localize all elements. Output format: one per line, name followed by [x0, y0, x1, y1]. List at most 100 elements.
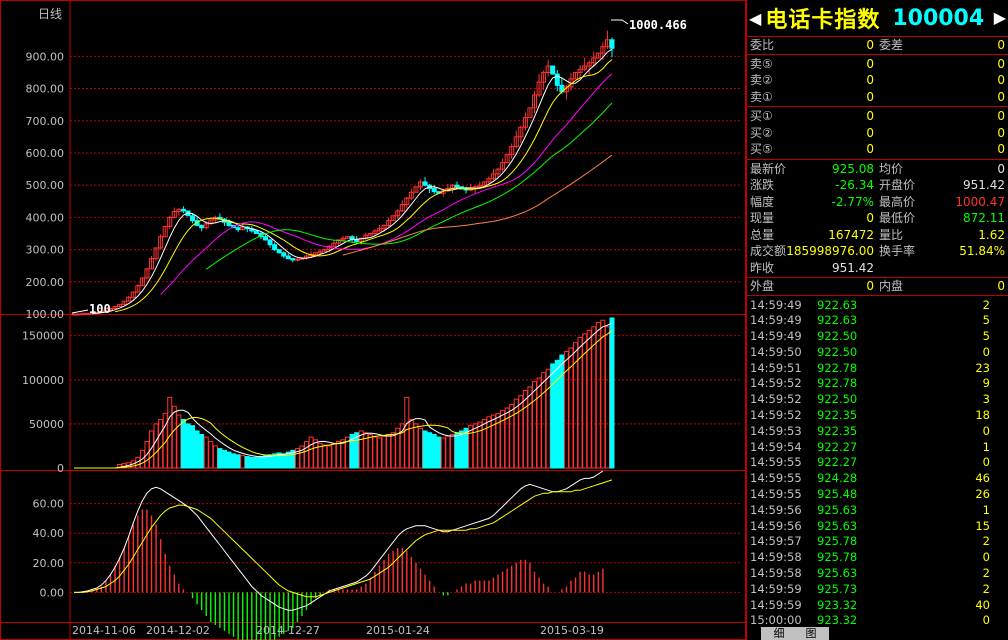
volume-bar: [527, 386, 533, 469]
macd-tick-label: 0.00: [40, 586, 65, 599]
order-label: 买①: [750, 109, 773, 123]
volume-bar: [477, 421, 483, 469]
tick-row[interactable]: 14:59:53 922.35 0: [747, 424, 1008, 440]
quote-value: 0: [866, 211, 874, 225]
buy-row[interactable]: 买① 0 0: [747, 108, 1008, 125]
quote-value: 0: [997, 161, 1005, 176]
tick-price: 922.78: [817, 360, 858, 375]
order-label: 买⑤: [750, 142, 773, 156]
candle-body: [281, 252, 287, 257]
volume-bar: [436, 436, 442, 469]
volume-bars: [117, 317, 615, 469]
tick-row[interactable]: 14:59:55 924.28 46: [747, 471, 1008, 487]
sell-row[interactable]: 卖② 0 0: [747, 72, 1008, 89]
quote-row: 总量 167472 量比 1.62: [747, 227, 1008, 244]
tick-price: 925.78: [817, 550, 858, 565]
tick-volume: 0: [982, 550, 990, 565]
order-price: 0: [866, 142, 874, 156]
buy-row[interactable]: 买② 0 0: [747, 125, 1008, 142]
volume-bar: [404, 396, 410, 469]
order-label: 卖⑤: [750, 56, 773, 71]
order-label: 卖②: [750, 73, 773, 87]
tick-volume: 0: [982, 423, 990, 438]
candle-body: [431, 187, 437, 193]
tick-row[interactable]: 14:59:55 922.27 0: [747, 455, 1008, 471]
volume-bar: [167, 396, 173, 469]
tick-time: 14:59:58: [750, 566, 802, 581]
tick-row[interactable]: 14:59:56 925.63 1: [747, 503, 1008, 519]
tick-volume: 5: [982, 329, 990, 344]
volume-bar: [340, 439, 346, 469]
volume-bar: [449, 433, 455, 469]
volume-tick-label: 50000: [29, 418, 64, 431]
tick-row[interactable]: 14:59:59 923.32 40: [747, 598, 1008, 614]
tick-price: 922.35: [817, 408, 858, 423]
tick-row[interactable]: 14:59:49 922.63 5: [747, 313, 1008, 329]
tick-row[interactable]: 14:59:56 925.63 15: [747, 519, 1008, 535]
tick-list[interactable]: 14:59:49 922.63 2 14:59:49 922.63 5 14:59:49 92…: [747, 296, 1008, 630]
tick-price: 924.28: [817, 471, 858, 486]
tick-row[interactable]: 14:59:55 925.48 26: [747, 487, 1008, 503]
volume-bar: [367, 433, 373, 469]
macd-tick-label: 60.00: [33, 498, 65, 511]
volume-bar: [536, 377, 542, 469]
tick-row[interactable]: 14:59:57 925.78 2: [747, 534, 1008, 550]
tick-time: 14:59:55: [750, 471, 802, 486]
buy-row[interactable]: 买⑤ 0 0: [747, 141, 1008, 158]
weicha-label: 委差: [879, 38, 904, 52]
volume-bar: [604, 326, 610, 469]
quote-value: 925.08: [832, 161, 874, 176]
volume-bar: [595, 321, 601, 469]
volume-bar: [208, 441, 214, 469]
volume-bar: [158, 418, 164, 469]
candle-body: [422, 181, 428, 186]
tick-row[interactable]: 14:59:51 922.78 23: [747, 361, 1008, 377]
tick-row[interactable]: 14:59:49 922.50 5: [747, 329, 1008, 345]
volume-bar: [418, 427, 424, 469]
tick-time: 14:59:53: [750, 423, 802, 438]
sell-row[interactable]: 卖① 0 0: [747, 89, 1008, 106]
next-stock-arrow-icon[interactable]: ▶: [994, 8, 1006, 27]
tick-row[interactable]: 14:59:52 922.78 9: [747, 376, 1008, 392]
tab-detail[interactable]: 细: [761, 627, 797, 640]
tick-row[interactable]: 14:59:49 922.63 2: [747, 298, 1008, 314]
candle-body: [190, 215, 196, 222]
tick-row[interactable]: 14:59:59 925.73 2: [747, 582, 1008, 598]
candle-body: [294, 258, 300, 261]
tick-row[interactable]: 14:59:52 922.50 3: [747, 392, 1008, 408]
prev-stock-arrow-icon[interactable]: ◀: [749, 9, 761, 28]
tick-volume: 3: [982, 392, 990, 407]
tick-time: 14:59:59: [750, 597, 802, 612]
tick-row[interactable]: 14:59:58 925.78 0: [747, 550, 1008, 566]
order-price: 0: [866, 125, 874, 140]
tick-row[interactable]: 14:59:52 922.35 18: [747, 408, 1008, 424]
tick-time: 14:59:52: [750, 376, 802, 391]
candle-body: [262, 236, 268, 241]
tick-price: 922.50: [817, 329, 858, 344]
order-price: 0: [866, 73, 874, 87]
macd-bars: [82, 509, 604, 640]
tick-row[interactable]: 14:59:50 922.50 0: [747, 345, 1008, 361]
tick-price: 922.63: [817, 313, 858, 328]
price-tick-label: 700.00: [26, 115, 65, 128]
kline-chart[interactable]: 日线 100.00 200.00 300.00 400.00 500.00 600.00 7…: [0, 0, 746, 640]
buy-orders: 买① 0 0 买② 0 0 买⑤ 0 0: [747, 107, 1008, 160]
tick-price: 922.50: [817, 344, 858, 359]
tick-volume: 23: [975, 360, 990, 375]
volume-bar: [313, 439, 319, 469]
tick-volume: 9: [982, 376, 990, 391]
tick-row[interactable]: 14:59:54 922.27 1: [747, 440, 1008, 456]
tick-time: 14:59:52: [750, 408, 802, 423]
date-label: 2015-03-19: [540, 624, 604, 637]
tick-volume: 2: [982, 534, 990, 549]
tick-row[interactable]: 14:59:58 925.63 2: [747, 566, 1008, 582]
candle-body: [71, 313, 77, 316]
volume-bar: [258, 456, 264, 469]
chart-frame: [0, 0, 746, 640]
date-label: 2014-11-06: [72, 624, 136, 637]
quote-label: 量比: [879, 227, 904, 242]
tab-chart[interactable]: 图: [793, 627, 829, 640]
sell-row[interactable]: 卖⑤ 0 0: [747, 56, 1008, 73]
tick-volume: 1: [982, 439, 990, 454]
date-label: 2015-01-24: [366, 624, 430, 637]
